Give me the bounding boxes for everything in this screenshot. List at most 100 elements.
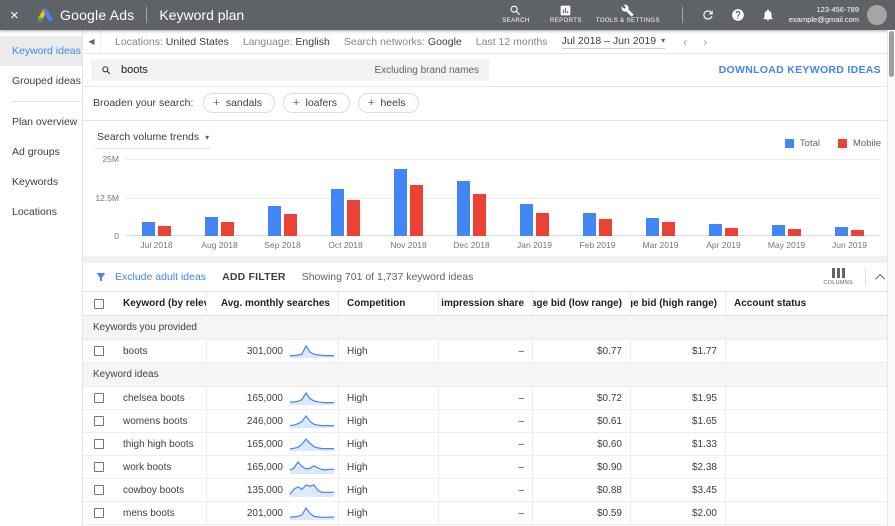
avg-monthly-searches-value: 201,000 <box>246 507 283 519</box>
notifications-bell-icon[interactable] <box>761 8 775 22</box>
row-checkbox[interactable] <box>94 393 104 403</box>
select-all-checkbox[interactable] <box>94 298 104 309</box>
keyword-cell[interactable]: thigh high boots <box>115 433 206 455</box>
search-nav-button[interactable]: SEARCH <box>496 4 536 25</box>
add-filter-button[interactable]: ADD FILTER <box>222 271 286 283</box>
row-checkbox[interactable] <box>94 416 104 426</box>
setting-searchnetworks[interactable]: Search networks: Google <box>344 36 462 48</box>
keyword-cell[interactable]: work boots <box>115 456 206 478</box>
avg-monthly-searches-value: 165,000 <box>246 438 283 450</box>
plan-filter-bar: ◀ Locations: United States Language: Engl… <box>83 30 895 54</box>
keyword-cell[interactable]: chelsea boots <box>115 387 206 409</box>
keyword-cell[interactable]: cowboy boots <box>115 479 206 501</box>
collapse-panel-icon[interactable]: ◀ <box>83 30 101 53</box>
row-checkbox[interactable] <box>94 439 104 449</box>
row-checkbox[interactable] <box>94 508 104 518</box>
date-next-icon[interactable]: › <box>703 36 707 48</box>
ad-impression-share-cell: – <box>438 410 532 432</box>
x-tick-label: Jul 2018 <box>140 240 173 250</box>
close-icon[interactable]: × <box>10 7 28 24</box>
x-tick-label: Feb 2019 <box>579 240 616 250</box>
table-row: mens boots 201,000 High – $0.59 $2.00 <box>83 502 895 525</box>
bar-mobile <box>662 222 675 236</box>
avg-monthly-searches-value: 165,000 <box>246 392 283 404</box>
reports-nav-button[interactable]: REPORTS <box>546 4 586 25</box>
sidebar-item-plan-overview[interactable]: Plan overview <box>0 107 82 137</box>
sidebar-item-locations[interactable]: Locations <box>0 197 82 227</box>
keyword-cell[interactable]: womens boots <box>115 410 206 432</box>
column-header-label: Avg. monthly searches <box>220 298 330 309</box>
chart-plot-groups <box>125 159 881 236</box>
download-keyword-ideas-button[interactable]: DOWNLOAD KEYWORD IDEAS <box>719 64 881 76</box>
chart-bar-group <box>314 159 377 236</box>
scrollbar-thumb[interactable] <box>889 31 894 77</box>
account-status-cell <box>725 340 895 362</box>
chart-bar-group <box>440 159 503 236</box>
plus-icon: + <box>368 96 375 109</box>
topbar-nav: SEARCH REPORTS TOOLS & SETTINGS <box>496 4 660 25</box>
date-prev-icon[interactable]: ‹ <box>683 36 687 48</box>
row-checkbox-cell <box>83 340 115 362</box>
vertical-scrollbar[interactable] <box>887 30 895 526</box>
account-status-cell <box>725 387 895 409</box>
chart-bar-group <box>566 159 629 236</box>
brand-name: Google Ads <box>60 7 135 23</box>
header-checkbox-cell <box>83 292 115 315</box>
keyword-cell[interactable]: boots <box>115 340 206 362</box>
ad-impression-share-cell: – <box>438 340 532 362</box>
column-header-3[interactable]: Ad impression share <box>438 292 532 315</box>
columns-button[interactable]: COLUMNS <box>823 268 853 286</box>
chart-bar-group <box>125 159 188 236</box>
bar-mobile <box>599 219 612 236</box>
column-header-2[interactable]: Competition <box>338 292 438 315</box>
bar-total <box>772 224 785 236</box>
account-id: 123-456-789 <box>816 4 859 14</box>
collapse-table-icon[interactable] <box>875 273 886 284</box>
column-header-0[interactable]: Keyword (by relevance)↓ <box>115 292 206 315</box>
reports-icon <box>561 6 571 16</box>
sidebar-item-grouped-ideas[interactable]: Grouped ideas <box>0 66 82 96</box>
column-header-6[interactable]: Account status <box>725 292 895 315</box>
setting-language[interactable]: Language: English <box>243 36 330 48</box>
bar-total <box>394 168 407 236</box>
sidebar-item-keywords[interactable]: Keywords <box>0 167 82 197</box>
chart-bar-group <box>629 159 692 236</box>
help-icon[interactable] <box>731 8 745 22</box>
broaden-chip-sandals[interactable]: + sandals <box>203 93 276 113</box>
sidebar-item-keyword-ideas[interactable]: Keyword ideas <box>0 36 82 66</box>
table-section-header: Keyword ideas <box>83 363 895 387</box>
sidebar-item-ad-groups[interactable]: Ad groups <box>0 137 82 167</box>
keyword-search-row: boots Excluding brand names DOWNLOAD KEY… <box>83 54 895 87</box>
keyword-cell[interactable]: mens boots <box>115 502 206 524</box>
row-checkbox[interactable] <box>94 462 104 472</box>
date-range-select[interactable]: Jul 2018 – Jun 2019 ▾ <box>561 35 666 49</box>
account-info[interactable]: 123-456-789 example@gmail.com <box>789 5 859 25</box>
column-header-4[interactable]: Top of page bid (low range) <box>532 292 630 315</box>
bar-total <box>142 221 155 236</box>
setting-label: Locations: <box>115 35 166 48</box>
bar-total <box>457 181 470 236</box>
broaden-chip-loafers[interactable]: + loafers <box>283 93 350 113</box>
column-header-5[interactable]: Top of page bid (high range) <box>630 292 725 315</box>
setting-locations[interactable]: Locations: United States <box>115 36 229 48</box>
account-status-cell <box>725 410 895 432</box>
table-row: work boots 165,000 High – $0.90 $2.38 <box>83 456 895 479</box>
ad-impression-share-cell: – <box>438 433 532 455</box>
avatar[interactable] <box>867 5 887 25</box>
chip-label: loafers <box>305 97 337 109</box>
column-header-1[interactable]: Avg. monthly searches <box>206 292 338 315</box>
chart-metric-select[interactable]: Search volume trends ▾ <box>95 129 212 149</box>
exclude-adult-ideas-filter[interactable]: Exclude adult ideas <box>115 271 206 283</box>
bar-mobile <box>725 228 738 236</box>
row-checkbox[interactable] <box>94 346 104 356</box>
keyword-search-input[interactable]: boots Excluding brand names <box>91 59 489 81</box>
broaden-chip-heels[interactable]: + heels <box>358 93 419 113</box>
ad-impression-share-cell: – <box>438 502 532 524</box>
tools-settings-nav-button[interactable]: TOOLS & SETTINGS <box>596 4 660 25</box>
row-checkbox[interactable] <box>94 485 104 495</box>
google-ads-logo-icon <box>36 6 54 24</box>
table-row: cowboy boots 135,000 High – $0.88 $3.45 <box>83 479 895 502</box>
refresh-icon[interactable] <box>701 8 715 22</box>
bar-mobile <box>158 226 171 236</box>
search-trend-sparkline <box>289 438 334 451</box>
